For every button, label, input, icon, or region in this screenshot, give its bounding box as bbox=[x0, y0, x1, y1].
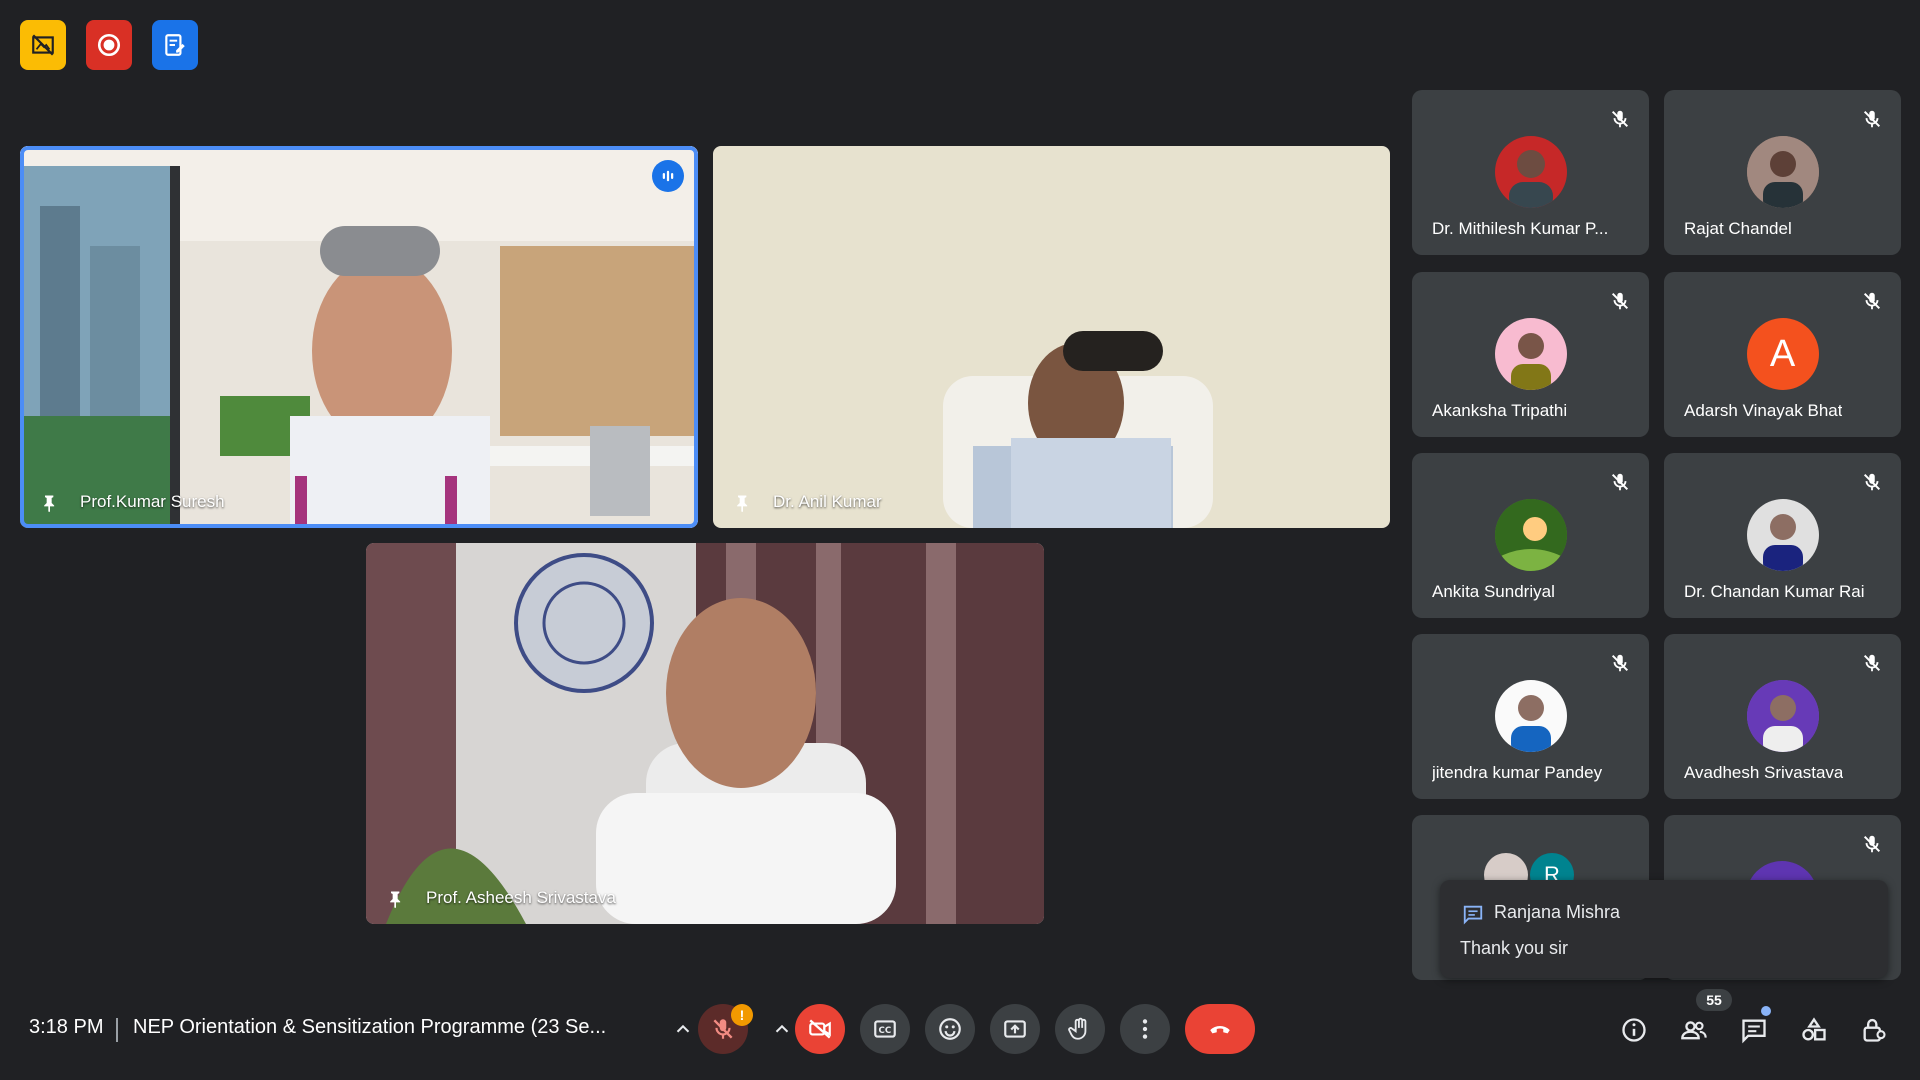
avatar bbox=[1494, 136, 1567, 208]
participant-tile[interactable]: Akanksha Tripathi bbox=[1412, 272, 1649, 437]
more-vert-icon bbox=[1142, 1019, 1148, 1039]
shapes-icon bbox=[1802, 1017, 1826, 1041]
mic-off-icon bbox=[1611, 292, 1629, 310]
meeting-details-button[interactable] bbox=[1618, 1014, 1650, 1046]
avatar bbox=[1746, 136, 1819, 208]
meeting-title[interactable]: NEP Orientation & Sensitization Programm… bbox=[133, 1016, 606, 1039]
pin-icon[interactable] bbox=[386, 888, 406, 910]
participant-name: Avadhesh Srivastava bbox=[1684, 763, 1844, 782]
participant-tile[interactable]: jitendra kumar Pandey bbox=[1412, 634, 1649, 799]
video-feed bbox=[20, 146, 698, 528]
notes-icon[interactable] bbox=[152, 20, 198, 70]
speaking-indicator-icon bbox=[652, 160, 684, 192]
participant-name: Prof. Asheesh Srivastava bbox=[426, 888, 616, 907]
chat-sender: Ranjana Mishra bbox=[1494, 902, 1621, 922]
participant-count-badge: 55 bbox=[1696, 989, 1732, 1011]
more-options-button[interactable] bbox=[1120, 1004, 1170, 1054]
video-tile-dr-anil-kumar[interactable]: Dr. Anil Kumar bbox=[713, 146, 1390, 528]
mic-alert-badge: ! bbox=[731, 1004, 753, 1026]
chat-message: Thank you sir bbox=[1460, 938, 1569, 958]
mic-off-icon bbox=[1611, 654, 1629, 672]
avatar bbox=[1746, 680, 1819, 752]
participant-name: Ankita Sundriyal bbox=[1432, 582, 1555, 601]
participant-tile[interactable]: Rajat Chandel bbox=[1664, 90, 1901, 255]
participant-name: Dr. Anil Kumar bbox=[773, 492, 882, 511]
pin-icon[interactable] bbox=[40, 492, 60, 514]
recording-icon[interactable] bbox=[86, 20, 132, 70]
meeting-status-badges bbox=[20, 20, 198, 70]
present-screen-icon bbox=[1004, 1020, 1026, 1038]
avatar: A bbox=[1746, 318, 1819, 390]
people-icon bbox=[1681, 1021, 1707, 1040]
hang-up-icon bbox=[1210, 1026, 1230, 1034]
info-icon bbox=[1622, 1018, 1646, 1042]
mic-off-icon bbox=[1863, 654, 1881, 672]
pin-icon[interactable] bbox=[733, 492, 753, 514]
camera-off-icon bbox=[809, 1019, 831, 1039]
clock: 3:18 PM bbox=[29, 1016, 104, 1038]
mic-off-icon bbox=[1863, 110, 1881, 128]
svg-text:CC: CC bbox=[879, 1026, 892, 1036]
unread-dot bbox=[1761, 1006, 1771, 1016]
participant-name: Dr. Chandan Kumar Rai bbox=[1684, 582, 1865, 601]
avatar bbox=[1746, 499, 1819, 571]
camera-button[interactable] bbox=[795, 1004, 845, 1054]
chat-button[interactable] bbox=[1738, 1014, 1770, 1046]
participant-tile[interactable]: Ankita Sundriyal bbox=[1412, 453, 1649, 618]
participant-name: jitendra kumar Pandey bbox=[1432, 763, 1603, 782]
chat-icon bbox=[1742, 1019, 1766, 1044]
chat-icon bbox=[1463, 905, 1483, 925]
mic-off-icon bbox=[1863, 473, 1881, 491]
avatar bbox=[1494, 499, 1567, 571]
people-button[interactable] bbox=[1678, 1014, 1710, 1046]
participant-tile[interactable]: A Adarsh Vinayak Bhat bbox=[1664, 272, 1901, 437]
captions-button[interactable]: CC bbox=[860, 1004, 910, 1054]
mic-off-icon bbox=[1863, 835, 1881, 853]
no-video-screen-icon[interactable] bbox=[20, 20, 66, 70]
end-call-button[interactable] bbox=[1185, 1004, 1255, 1054]
raise-hand-button[interactable] bbox=[1055, 1004, 1105, 1054]
participant-name: Dr. Mithilesh Kumar P... bbox=[1432, 219, 1609, 238]
chat-message-toast[interactable]: Ranjana Mishra Thank you sir bbox=[1440, 880, 1888, 978]
chevron-up-icon[interactable] bbox=[771, 1018, 793, 1040]
video-tile-prof-asheesh-srivastava[interactable]: Prof. Asheesh Srivastava bbox=[366, 543, 1044, 924]
closed-captions-icon: CC bbox=[874, 1020, 896, 1038]
mic-off-icon bbox=[1863, 292, 1881, 310]
avatar bbox=[1494, 680, 1567, 752]
participant-name: Akanksha Tripathi bbox=[1432, 401, 1568, 420]
participant-name: Rajat Chandel bbox=[1684, 219, 1792, 238]
participant-tile[interactable]: Dr. Chandan Kumar Rai bbox=[1664, 453, 1901, 618]
present-button[interactable] bbox=[990, 1004, 1040, 1054]
video-tile-prof-kumar-suresh[interactable]: Prof.Kumar Suresh bbox=[20, 146, 698, 528]
emoji-icon bbox=[939, 1018, 961, 1040]
video-feed bbox=[713, 146, 1390, 528]
avatar bbox=[1494, 318, 1567, 390]
divider bbox=[116, 1018, 118, 1042]
participant-tile[interactable]: Avadhesh Srivastava bbox=[1664, 634, 1901, 799]
activities-button[interactable] bbox=[1798, 1014, 1830, 1046]
reactions-button[interactable] bbox=[925, 1004, 975, 1054]
lock-person-icon bbox=[1863, 1018, 1886, 1042]
hand-icon bbox=[1068, 1017, 1087, 1040]
participant-tile[interactable]: Dr. Mithilesh Kumar P... bbox=[1412, 90, 1649, 255]
video-feed bbox=[366, 543, 1044, 924]
host-controls-button[interactable] bbox=[1858, 1014, 1890, 1046]
mic-off-icon bbox=[1611, 473, 1629, 491]
participant-name: Prof.Kumar Suresh bbox=[80, 492, 225, 511]
chevron-up-icon[interactable] bbox=[672, 1018, 694, 1040]
participant-name: Adarsh Vinayak Bhat bbox=[1684, 401, 1843, 420]
mic-off-icon bbox=[1611, 110, 1629, 128]
